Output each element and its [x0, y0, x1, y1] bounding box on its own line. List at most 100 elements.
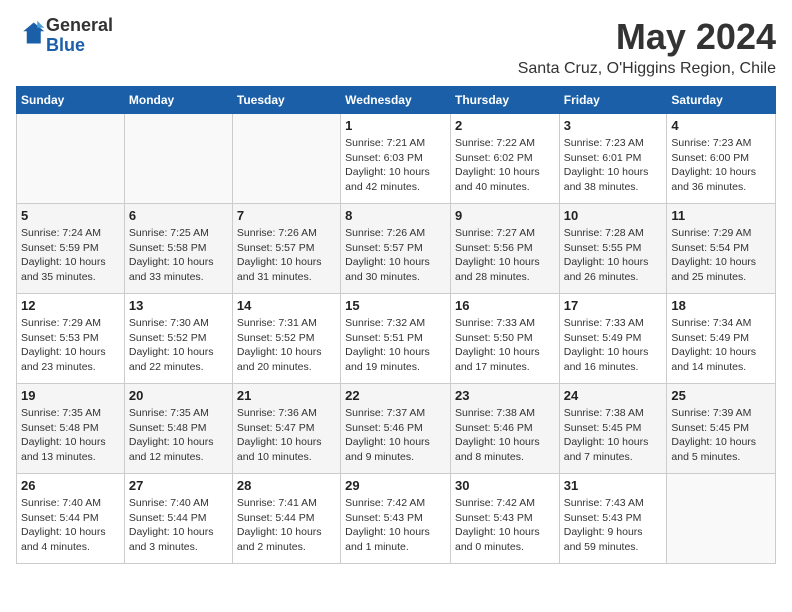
day-info: Sunrise: 7:42 AM Sunset: 5:43 PM Dayligh…	[345, 496, 446, 555]
day-info: Sunrise: 7:25 AM Sunset: 5:58 PM Dayligh…	[129, 226, 228, 285]
day-number: 26	[21, 478, 120, 493]
calendar-cell	[667, 474, 776, 564]
calendar-cell: 30 Sunrise: 7:42 AM Sunset: 5:43 PM Dayli…	[450, 474, 559, 564]
calendar-cell: 24 Sunrise: 7:38 AM Sunset: 5:45 PM Dayli…	[559, 384, 667, 474]
calendar-cell: 13 Sunrise: 7:30 AM Sunset: 5:52 PM Dayli…	[124, 294, 232, 384]
day-number: 2	[455, 118, 555, 133]
day-number: 13	[129, 298, 228, 313]
day-info: Sunrise: 7:41 AM Sunset: 5:44 PM Dayligh…	[237, 496, 336, 555]
title-block: May 2024 Santa Cruz, O'Higgins Region, C…	[518, 16, 776, 78]
header-cell-wednesday: Wednesday	[341, 87, 451, 114]
calendar-cell: 22 Sunrise: 7:37 AM Sunset: 5:46 PM Dayli…	[341, 384, 451, 474]
calendar-cell	[124, 114, 232, 204]
day-number: 29	[345, 478, 446, 493]
calendar-cell: 21 Sunrise: 7:36 AM Sunset: 5:47 PM Dayli…	[232, 384, 340, 474]
calendar-cell: 23Sunrise: 7:38 AM Sunset: 5:46 PM Dayli…	[450, 384, 559, 474]
day-number: 12	[21, 298, 120, 313]
day-info: Sunrise: 7:40 AM Sunset: 5:44 PM Dayligh…	[129, 496, 228, 555]
day-number: 28	[237, 478, 336, 493]
day-number: 11	[671, 208, 771, 223]
calendar-cell: 2 Sunrise: 7:22 AM Sunset: 6:02 PM Daylig…	[450, 114, 559, 204]
calendar-body: 1Sunrise: 7:21 AM Sunset: 6:03 PM Daylig…	[17, 114, 776, 564]
day-info: Sunrise: 7:22 AM Sunset: 6:02 PM Dayligh…	[455, 136, 555, 195]
location-subtitle: Santa Cruz, O'Higgins Region, Chile	[518, 60, 776, 78]
day-number: 10	[564, 208, 663, 223]
calendar-cell: 17 Sunrise: 7:33 AM Sunset: 5:49 PM Dayli…	[559, 294, 667, 384]
day-info: Sunrise: 7:26 AM Sunset: 5:57 PM Dayligh…	[237, 226, 336, 285]
day-number: 31	[564, 478, 663, 493]
day-number: 4	[671, 118, 771, 133]
day-info: Sunrise: 7:34 AM Sunset: 5:49 PM Dayligh…	[671, 316, 771, 375]
day-number: 17	[564, 298, 663, 313]
calendar-cell: 27Sunrise: 7:40 AM Sunset: 5:44 PM Dayli…	[124, 474, 232, 564]
calendar-cell	[17, 114, 125, 204]
header-cell-tuesday: Tuesday	[232, 87, 340, 114]
calendar-cell: 8 Sunrise: 7:26 AM Sunset: 5:57 PM Daylig…	[341, 204, 451, 294]
day-number: 22	[345, 388, 446, 403]
calendar-cell	[232, 114, 340, 204]
day-number: 25	[671, 388, 771, 403]
calendar-cell: 1Sunrise: 7:21 AM Sunset: 6:03 PM Daylig…	[341, 114, 451, 204]
calendar-cell: 10 Sunrise: 7:28 AM Sunset: 5:55 PM Dayli…	[559, 204, 667, 294]
day-info: Sunrise: 7:26 AM Sunset: 5:57 PM Dayligh…	[345, 226, 446, 285]
day-number: 30	[455, 478, 555, 493]
day-info: Sunrise: 7:29 AM Sunset: 5:53 PM Dayligh…	[21, 316, 120, 375]
calendar-cell: 25Sunrise: 7:39 AM Sunset: 5:45 PM Dayli…	[667, 384, 776, 474]
day-info: Sunrise: 7:33 AM Sunset: 5:50 PM Dayligh…	[455, 316, 555, 375]
day-info: Sunrise: 7:43 AM Sunset: 5:43 PM Dayligh…	[564, 496, 663, 555]
day-number: 7	[237, 208, 336, 223]
day-number: 14	[237, 298, 336, 313]
calendar-cell: 19Sunrise: 7:35 AM Sunset: 5:48 PM Dayli…	[17, 384, 125, 474]
day-number: 3	[564, 118, 663, 133]
page-header: General Blue May 2024 Santa Cruz, O'Higg…	[16, 16, 776, 78]
day-number: 16	[455, 298, 555, 313]
day-info: Sunrise: 7:37 AM Sunset: 5:46 PM Dayligh…	[345, 406, 446, 465]
day-info: Sunrise: 7:42 AM Sunset: 5:43 PM Dayligh…	[455, 496, 555, 555]
day-number: 5	[21, 208, 120, 223]
logo-text: General Blue	[46, 16, 113, 56]
day-info: Sunrise: 7:27 AM Sunset: 5:56 PM Dayligh…	[455, 226, 555, 285]
day-info: Sunrise: 7:33 AM Sunset: 5:49 PM Dayligh…	[564, 316, 663, 375]
header-cell-friday: Friday	[559, 87, 667, 114]
header-cell-sunday: Sunday	[17, 87, 125, 114]
day-info: Sunrise: 7:21 AM Sunset: 6:03 PM Dayligh…	[345, 136, 446, 195]
day-info: Sunrise: 7:30 AM Sunset: 5:52 PM Dayligh…	[129, 316, 228, 375]
day-info: Sunrise: 7:23 AM Sunset: 6:01 PM Dayligh…	[564, 136, 663, 195]
header-cell-thursday: Thursday	[450, 87, 559, 114]
day-info: Sunrise: 7:38 AM Sunset: 5:46 PM Dayligh…	[455, 406, 555, 465]
day-number: 15	[345, 298, 446, 313]
day-info: Sunrise: 7:28 AM Sunset: 5:55 PM Dayligh…	[564, 226, 663, 285]
header-cell-saturday: Saturday	[667, 87, 776, 114]
day-info: Sunrise: 7:36 AM Sunset: 5:47 PM Dayligh…	[237, 406, 336, 465]
day-info: Sunrise: 7:35 AM Sunset: 5:48 PM Dayligh…	[129, 406, 228, 465]
header-row: SundayMondayTuesdayWednesdayThursdayFrid…	[17, 87, 776, 114]
calendar-cell: 28 Sunrise: 7:41 AM Sunset: 5:44 PM Dayli…	[232, 474, 340, 564]
calendar-cell: 29 Sunrise: 7:42 AM Sunset: 5:43 PM Dayli…	[341, 474, 451, 564]
logo-icon	[18, 19, 46, 47]
calendar-cell: 5 Sunrise: 7:24 AM Sunset: 5:59 PM Daylig…	[17, 204, 125, 294]
calendar-cell: 18 Sunrise: 7:34 AM Sunset: 5:49 PM Dayli…	[667, 294, 776, 384]
calendar-header: SundayMondayTuesdayWednesdayThursdayFrid…	[17, 87, 776, 114]
calendar-week-2: 5 Sunrise: 7:24 AM Sunset: 5:59 PM Daylig…	[17, 204, 776, 294]
calendar-cell: 3 Sunrise: 7:23 AM Sunset: 6:01 PM Daylig…	[559, 114, 667, 204]
logo: General Blue	[16, 16, 113, 56]
calendar-cell: 15 Sunrise: 7:32 AM Sunset: 5:51 PM Dayli…	[341, 294, 451, 384]
day-info: Sunrise: 7:24 AM Sunset: 5:59 PM Dayligh…	[21, 226, 120, 285]
calendar-cell: 16 Sunrise: 7:33 AM Sunset: 5:50 PM Dayli…	[450, 294, 559, 384]
day-number: 24	[564, 388, 663, 403]
calendar-week-3: 12 Sunrise: 7:29 AM Sunset: 5:53 PM Dayli…	[17, 294, 776, 384]
calendar-week-1: 1Sunrise: 7:21 AM Sunset: 6:03 PM Daylig…	[17, 114, 776, 204]
calendar-table: SundayMondayTuesdayWednesdayThursdayFrid…	[16, 86, 776, 564]
day-number: 18	[671, 298, 771, 313]
day-number: 19	[21, 388, 120, 403]
day-info: Sunrise: 7:32 AM Sunset: 5:51 PM Dayligh…	[345, 316, 446, 375]
calendar-cell: 7 Sunrise: 7:26 AM Sunset: 5:57 PM Daylig…	[232, 204, 340, 294]
day-info: Sunrise: 7:29 AM Sunset: 5:54 PM Dayligh…	[671, 226, 771, 285]
header-cell-monday: Monday	[124, 87, 232, 114]
day-info: Sunrise: 7:38 AM Sunset: 5:45 PM Dayligh…	[564, 406, 663, 465]
day-number: 8	[345, 208, 446, 223]
day-info: Sunrise: 7:31 AM Sunset: 5:52 PM Dayligh…	[237, 316, 336, 375]
day-number: 21	[237, 388, 336, 403]
calendar-cell: 14 Sunrise: 7:31 AM Sunset: 5:52 PM Dayli…	[232, 294, 340, 384]
day-number: 6	[129, 208, 228, 223]
